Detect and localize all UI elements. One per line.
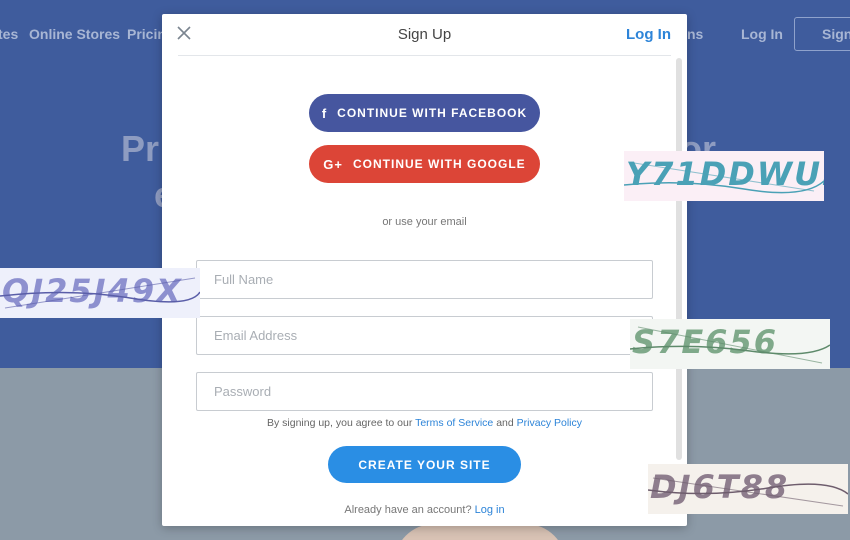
privacy-policy-link[interactable]: Privacy Policy xyxy=(517,417,582,429)
create-your-site-button[interactable]: CREATE YOUR SITE xyxy=(328,446,521,483)
already-login-link[interactable]: Log in xyxy=(475,504,505,516)
full-name-input[interactable] xyxy=(196,260,653,299)
terms-of-service-link[interactable]: Terms of Service xyxy=(415,417,493,429)
password-input[interactable] xyxy=(196,372,653,411)
google-button-label: CONTINUE WITH GOOGLE xyxy=(353,157,526,171)
login-link[interactable]: Log In xyxy=(626,26,671,43)
nav-item-plans[interactable]: ns xyxy=(687,26,703,42)
header-divider xyxy=(178,55,671,56)
create-button-label: CREATE YOUR SITE xyxy=(358,457,491,472)
facebook-button-label: CONTINUE WITH FACEBOOK xyxy=(337,106,528,120)
terms-and: and xyxy=(496,417,514,429)
captcha-image: DJ6T88 xyxy=(648,464,848,514)
modal-scrollbar[interactable] xyxy=(676,58,682,460)
signup-modal: Sign Up Log In f CONTINUE WITH FACEBOOK … xyxy=(162,14,687,526)
terms-prefix: By signing up, you agree to our xyxy=(266,417,413,429)
captcha-noise xyxy=(0,277,200,309)
already-have-account: Already have an account? Log in xyxy=(162,504,687,516)
facebook-icon: f xyxy=(321,105,328,121)
nav-item-online-stores[interactable]: Online Stores xyxy=(29,26,120,42)
nav-item-pricing[interactable]: Pricin xyxy=(127,26,166,42)
captcha-noise xyxy=(648,477,848,507)
terms-notice: By signing up, you agree to our Terms of… xyxy=(162,417,687,429)
or-use-email-text: or use your email xyxy=(382,216,467,228)
nav-signup-button[interactable]: Sign xyxy=(794,17,850,51)
nav-item-templates[interactable]: tes xyxy=(0,26,18,42)
continue-with-facebook-button[interactable]: f CONTINUE WITH FACEBOOK xyxy=(309,94,540,132)
modal-title: Sign Up xyxy=(397,26,452,43)
captcha-noise xyxy=(624,162,824,194)
nav-signup-label: Sign xyxy=(822,26,850,42)
hero-person-image xyxy=(394,524,566,540)
captcha-image: QJ25J49X xyxy=(0,268,200,318)
nav-login-link[interactable]: Log In xyxy=(741,26,783,42)
captcha-noise xyxy=(630,326,830,364)
hero-heading-fragment: Pr xyxy=(121,128,160,169)
continue-with-google-button[interactable]: G+ CONTINUE WITH GOOGLE xyxy=(309,145,540,183)
email-input[interactable] xyxy=(196,316,653,355)
captcha-image: Y71DDWUE xyxy=(624,151,824,201)
google-plus-icon: G+ xyxy=(323,156,344,172)
already-text: Already have an account? xyxy=(344,504,472,516)
captcha-image: S7E656 xyxy=(630,319,830,369)
